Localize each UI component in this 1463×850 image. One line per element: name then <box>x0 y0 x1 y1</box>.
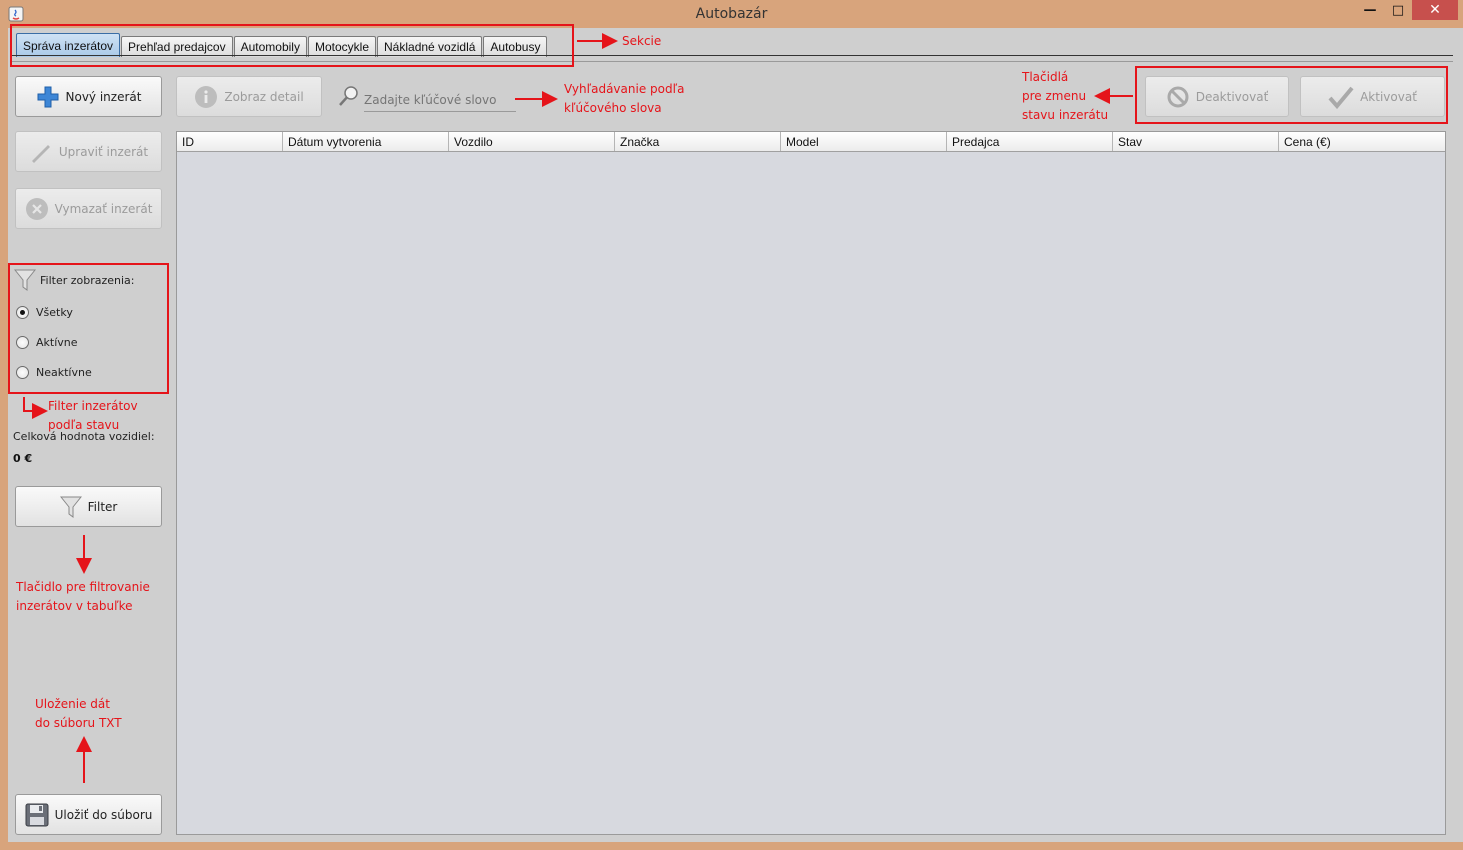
arrow-filter <box>23 397 48 419</box>
annotation-arrows <box>23 33 1133 783</box>
